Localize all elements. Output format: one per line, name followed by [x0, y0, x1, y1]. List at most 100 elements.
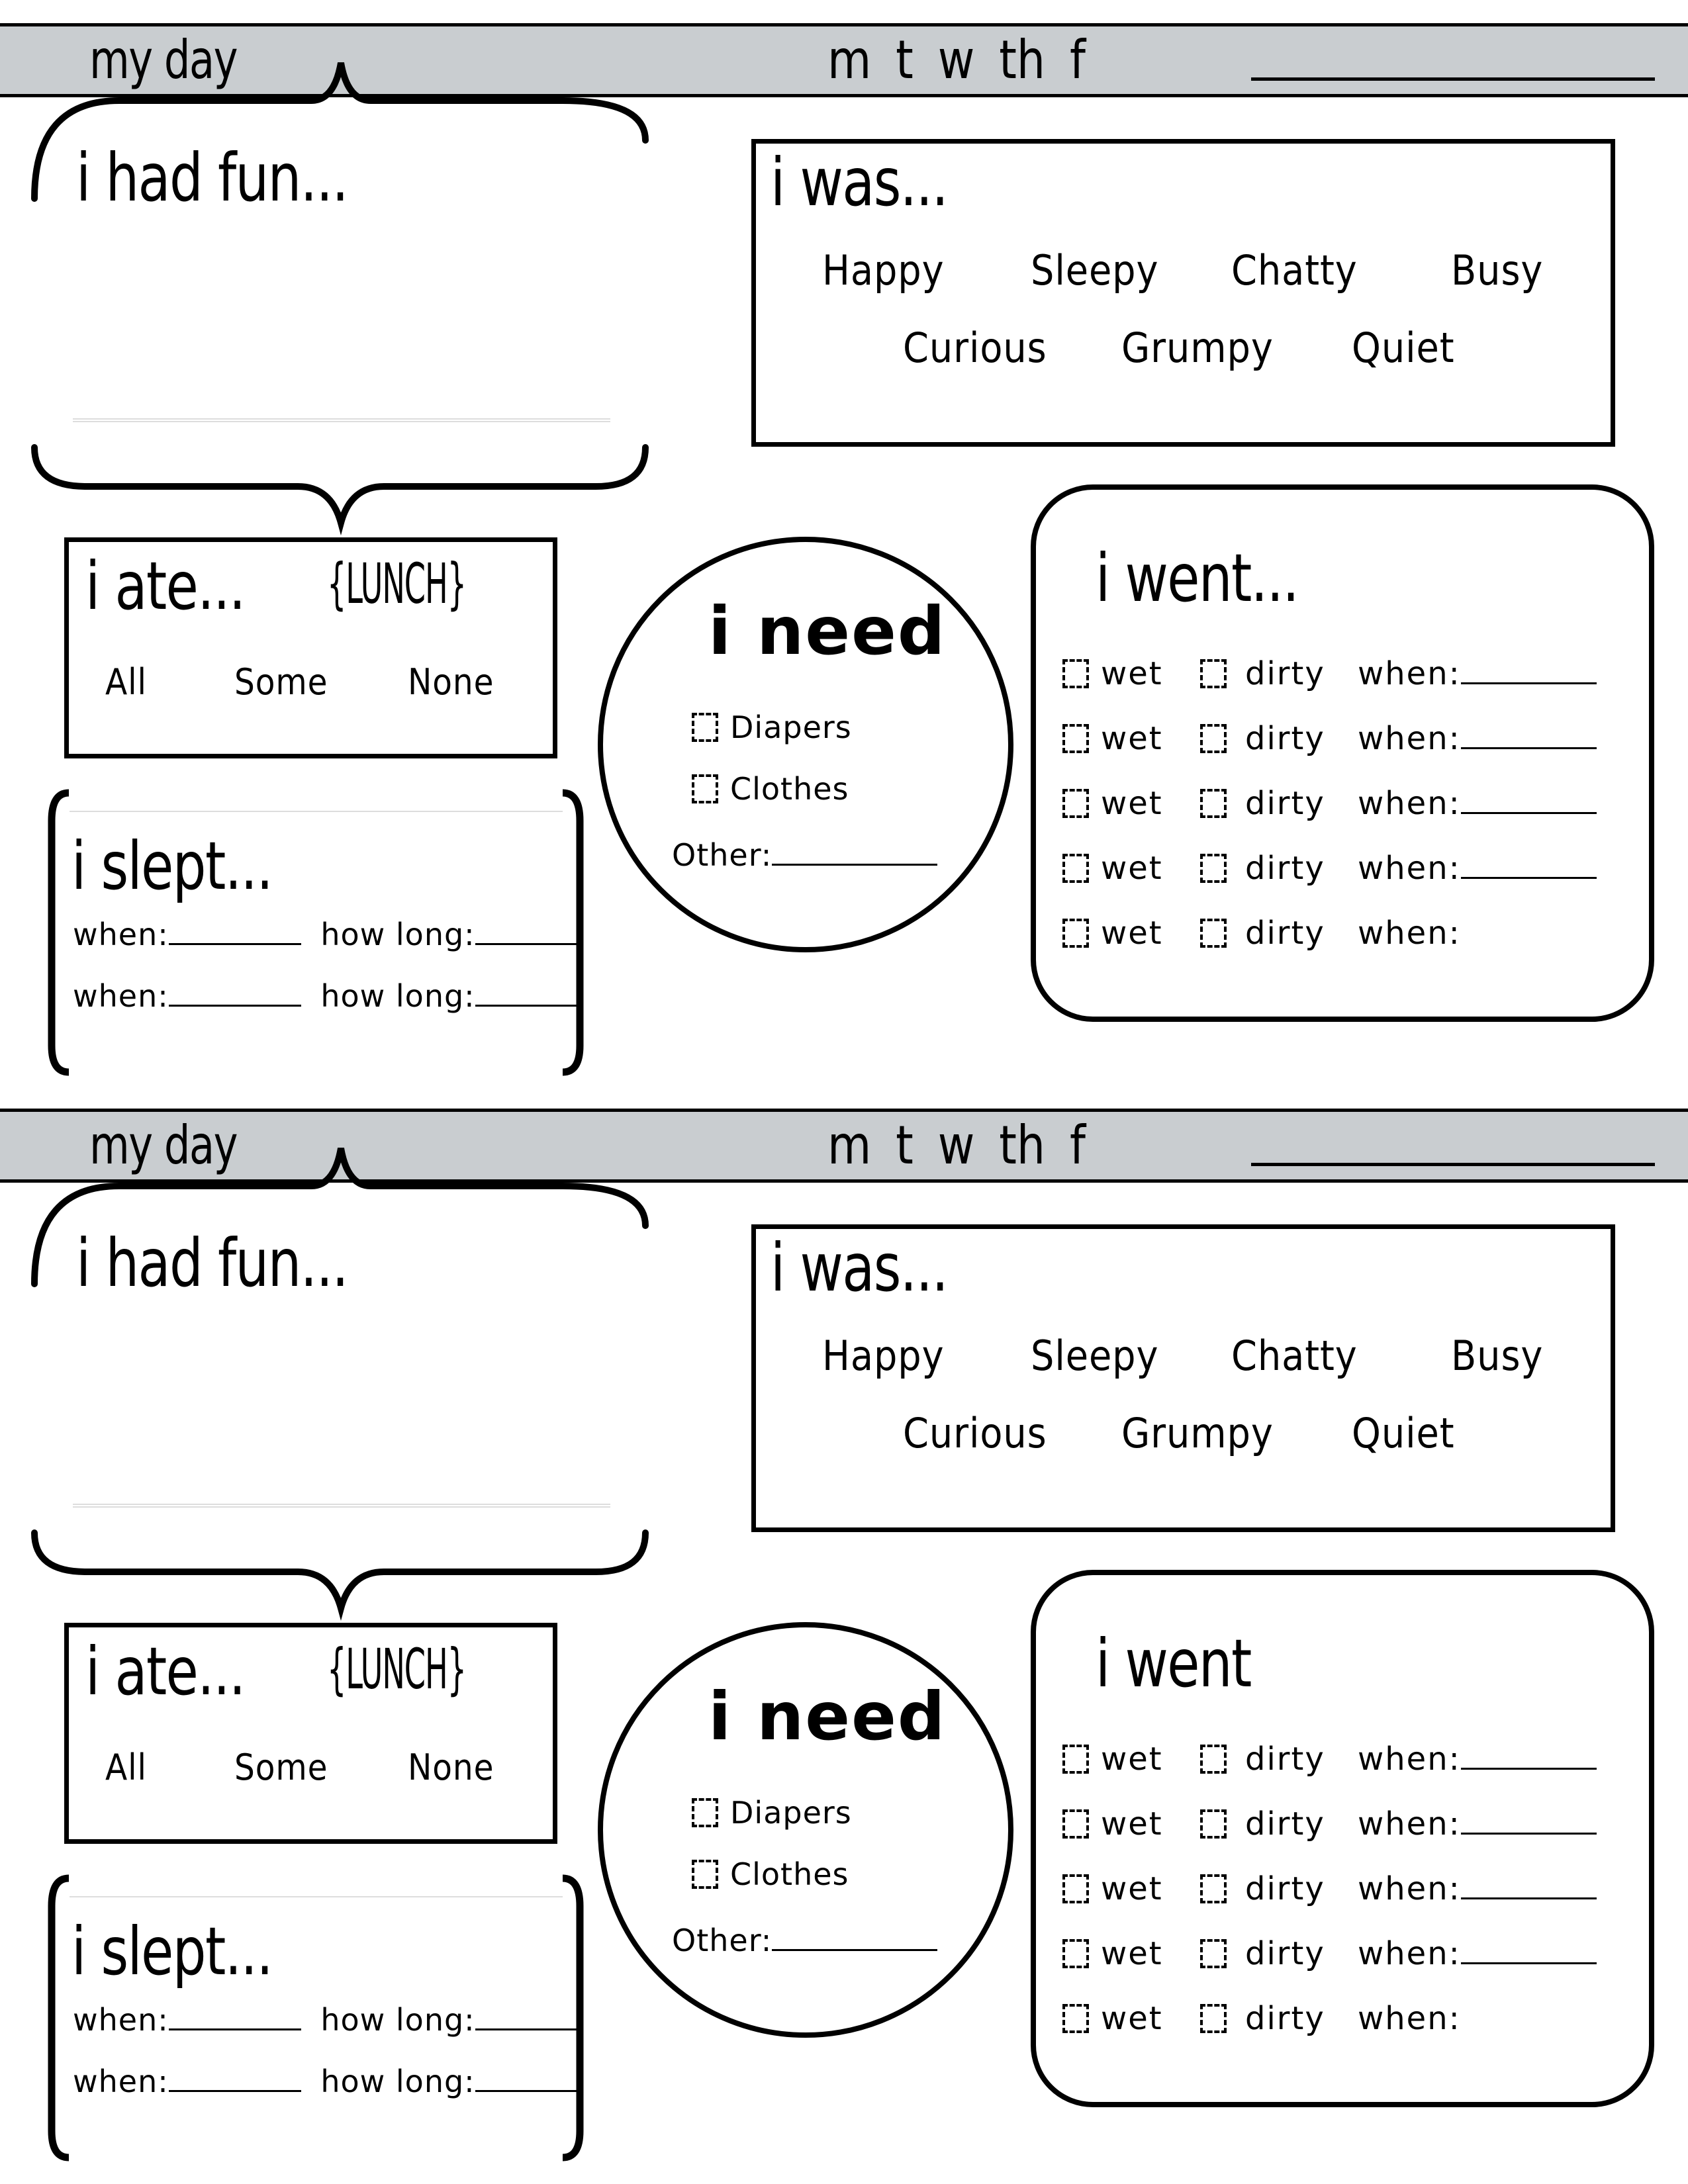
mood-option-happy[interactable]: Happy	[822, 1332, 945, 1380]
went-when-field[interactable]	[1460, 1813, 1597, 1835]
slept-when-field[interactable]	[168, 923, 301, 945]
dirty-checkbox-icon[interactable]	[1200, 789, 1227, 818]
went-when-field[interactable]	[1460, 1878, 1597, 1899]
slept-howlong-label: how long:	[320, 917, 475, 952]
went-when-label: when:	[1358, 655, 1461, 692]
wet-label: wet	[1101, 850, 1163, 887]
went-row: wet dirty when:	[1062, 1805, 1597, 1843]
mood-option-sleepy[interactable]: Sleepy	[1031, 1332, 1158, 1380]
wet-label: wet	[1101, 1870, 1163, 1907]
wet-checkbox-icon[interactable]	[1062, 659, 1089, 688]
dirty-checkbox-icon[interactable]	[1200, 1745, 1227, 1774]
need-item-clothes[interactable]: Clothes	[692, 1856, 849, 1892]
fun-write-line[interactable]	[73, 1504, 610, 1508]
ate-box: i ate... {LUNCH} All Some None	[64, 537, 557, 758]
dirty-checkbox-icon[interactable]	[1200, 1809, 1227, 1839]
slept-when-field[interactable]	[168, 985, 301, 1007]
need-item-diapers[interactable]: Diapers	[692, 1795, 852, 1831]
ate-option-none[interactable]: None	[408, 1747, 494, 1788]
dirty-label: dirty	[1245, 655, 1325, 692]
need-item-clothes[interactable]: Clothes	[692, 771, 849, 807]
mood-box: i was... Happy Sleepy Chatty Busy Curiou…	[751, 1224, 1615, 1532]
went-when-field[interactable]	[1460, 792, 1597, 814]
went-row: wet dirty when:	[1062, 915, 1597, 952]
mood-option-happy[interactable]: Happy	[822, 246, 945, 295]
went-title: i went	[1096, 1625, 1252, 1702]
went-when-field[interactable]	[1460, 727, 1597, 749]
checkbox-icon[interactable]	[692, 1860, 718, 1889]
went-when-field[interactable]	[1460, 1942, 1597, 1964]
wet-checkbox-icon[interactable]	[1062, 854, 1089, 883]
dirty-checkbox-icon[interactable]	[1200, 1874, 1227, 1903]
went-when-field[interactable]	[1461, 924, 1597, 944]
checkbox-icon[interactable]	[692, 713, 718, 742]
dirty-checkbox-icon[interactable]	[1200, 919, 1227, 948]
mood-option-grumpy[interactable]: Grumpy	[1121, 1409, 1274, 1457]
mood-title: i was...	[771, 144, 949, 221]
went-when-label: when:	[1358, 850, 1461, 887]
wet-label: wet	[1101, 1805, 1163, 1843]
went-when-field[interactable]	[1460, 857, 1597, 879]
ate-option-all[interactable]: All	[105, 661, 147, 703]
slept-howlong-label: how long:	[320, 978, 475, 1014]
wet-checkbox-icon[interactable]	[1062, 1745, 1089, 1774]
slept-howlong-field[interactable]	[475, 923, 581, 945]
wet-checkbox-icon[interactable]	[1062, 1874, 1089, 1903]
went-when-field[interactable]	[1460, 1748, 1597, 1770]
slept-left-bracket	[48, 1874, 70, 2161]
mood-option-quiet[interactable]: Quiet	[1352, 324, 1455, 372]
mood-option-sleepy[interactable]: Sleepy	[1031, 246, 1158, 295]
went-row: wet dirty when:	[1062, 655, 1597, 692]
ate-option-some[interactable]: Some	[234, 661, 328, 703]
need-item-diapers[interactable]: Diapers	[692, 709, 852, 745]
dirty-checkbox-icon[interactable]	[1200, 659, 1227, 688]
went-when-label: when:	[1358, 915, 1461, 952]
mood-title: i was...	[771, 1229, 949, 1306]
mood-option-quiet[interactable]: Quiet	[1352, 1409, 1455, 1457]
wet-label: wet	[1101, 720, 1163, 757]
mood-option-grumpy[interactable]: Grumpy	[1121, 324, 1274, 372]
slept-howlong-field[interactable]	[475, 2009, 581, 2030]
went-row: wet dirty when:	[1062, 850, 1597, 887]
mood-option-busy[interactable]: Busy	[1451, 246, 1543, 295]
checkbox-icon[interactable]	[692, 1798, 718, 1827]
slept-howlong-field[interactable]	[475, 2070, 581, 2092]
need-other-field[interactable]	[772, 1929, 938, 1951]
slept-when-field[interactable]	[168, 2070, 301, 2092]
fun-write-line[interactable]	[73, 418, 610, 422]
dirty-checkbox-icon[interactable]	[1200, 1939, 1227, 1968]
wet-checkbox-icon[interactable]	[1062, 1809, 1089, 1839]
slept-top-rule	[70, 1896, 563, 1898]
mood-option-chatty[interactable]: Chatty	[1231, 246, 1358, 295]
dirty-checkbox-icon[interactable]	[1200, 2004, 1227, 2033]
wet-checkbox-icon[interactable]	[1062, 724, 1089, 753]
slept-title: i slept...	[71, 1913, 273, 1990]
wet-label: wet	[1101, 915, 1163, 952]
ate-box: i ate... {LUNCH} All Some None	[64, 1623, 557, 1844]
slept-howlong-field[interactable]	[475, 985, 581, 1007]
went-when-label: when:	[1358, 2000, 1461, 2037]
fun-bottom-brace	[31, 1529, 649, 1621]
need-item-label: Clothes	[730, 1856, 849, 1892]
ate-option-some[interactable]: Some	[234, 1747, 328, 1788]
ate-option-all[interactable]: All	[105, 1747, 147, 1788]
went-when-field[interactable]	[1460, 662, 1597, 684]
checkbox-icon[interactable]	[692, 774, 718, 803]
wet-label: wet	[1101, 2000, 1163, 2037]
wet-checkbox-icon[interactable]	[1062, 2004, 1089, 2033]
mood-option-curious[interactable]: Curious	[903, 324, 1047, 372]
mood-option-curious[interactable]: Curious	[903, 1409, 1047, 1457]
slept-row: when: how long:	[73, 917, 581, 952]
mood-option-busy[interactable]: Busy	[1451, 1332, 1543, 1380]
dirty-checkbox-icon[interactable]	[1200, 724, 1227, 753]
dirty-checkbox-icon[interactable]	[1200, 854, 1227, 883]
went-when-field[interactable]	[1461, 2009, 1597, 2029]
mood-option-chatty[interactable]: Chatty	[1231, 1332, 1358, 1380]
wet-checkbox-icon[interactable]	[1062, 1939, 1089, 1968]
wet-checkbox-icon[interactable]	[1062, 919, 1089, 948]
dirty-label: dirty	[1245, 785, 1325, 822]
wet-checkbox-icon[interactable]	[1062, 789, 1089, 818]
ate-option-none[interactable]: None	[408, 661, 494, 703]
need-other-field[interactable]	[772, 844, 938, 866]
slept-when-field[interactable]	[168, 2009, 301, 2030]
